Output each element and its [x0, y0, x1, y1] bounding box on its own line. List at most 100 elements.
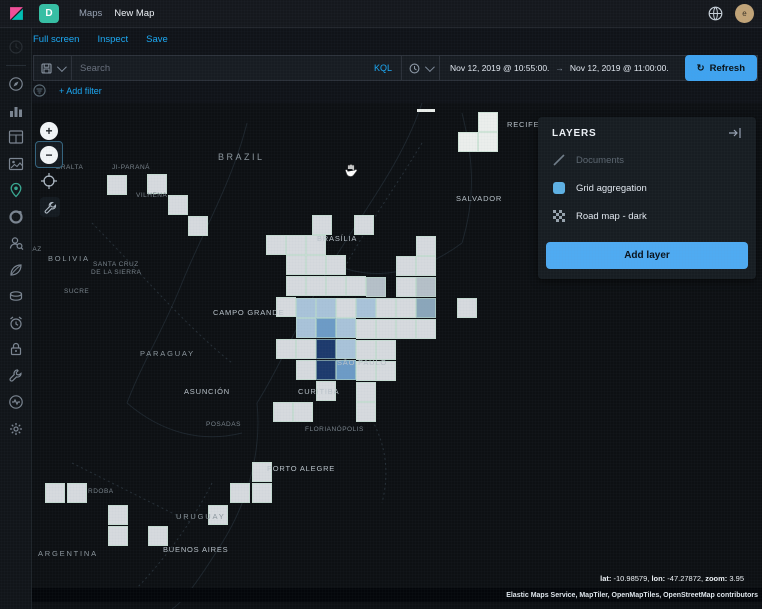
grid-aggregation-cell[interactable]: [296, 360, 316, 380]
grid-aggregation-cell[interactable]: [296, 339, 316, 359]
sidebar-item-apm[interactable]: [8, 262, 24, 278]
grid-aggregation-cell[interactable]: [457, 298, 477, 318]
grid-aggregation-cell[interactable]: [346, 276, 366, 296]
grid-aggregation-cell[interactable]: [396, 256, 416, 276]
grid-aggregation-cell[interactable]: [416, 298, 436, 318]
layer-item-grid-aggregation[interactable]: Grid aggregation: [552, 181, 742, 195]
space-badge[interactable]: D: [39, 4, 59, 23]
sidebar-item-recent[interactable]: [8, 39, 24, 55]
grid-aggregation-cell[interactable]: [396, 277, 416, 297]
grid-aggregation-cell[interactable]: [67, 483, 87, 503]
zoom-in-button[interactable]: +: [40, 122, 58, 140]
kql-toggle[interactable]: KQL: [365, 63, 401, 73]
grid-aggregation-cell[interactable]: [376, 298, 396, 318]
grid-aggregation-cell[interactable]: [356, 298, 376, 318]
grid-aggregation-cell[interactable]: [376, 319, 396, 339]
grid-aggregation-cell[interactable]: [396, 298, 416, 318]
grid-aggregation-cell[interactable]: [326, 255, 346, 275]
sidebar-item-visualize[interactable]: [8, 103, 24, 119]
grid-aggregation-cell[interactable]: [266, 235, 286, 255]
grid-aggregation-cell[interactable]: [316, 298, 336, 318]
grid-aggregation-cell[interactable]: [458, 132, 478, 152]
sidebar-item-siem[interactable]: [8, 341, 24, 357]
grid-aggregation-cell[interactable]: [286, 276, 306, 296]
kibana-logo-icon[interactable]: [9, 6, 24, 21]
grid-aggregation-cell[interactable]: [276, 339, 296, 359]
grid-aggregation-cell[interactable]: [273, 402, 293, 422]
sidebar-item-logs[interactable]: [8, 288, 24, 304]
grid-aggregation-cell[interactable]: [336, 318, 356, 338]
grid-aggregation-cell[interactable]: [356, 340, 376, 360]
toolbar-link-save[interactable]: Save: [146, 34, 168, 45]
sidebar-item-uptime[interactable]: [8, 315, 24, 331]
grid-aggregation-cell[interactable]: [286, 255, 306, 275]
globe-icon[interactable]: [708, 6, 723, 21]
grid-aggregation-cell[interactable]: [396, 319, 416, 339]
attribution-text[interactable]: Elastic Maps Service, MapTiler, OpenMapT…: [506, 592, 758, 599]
breadcrumb[interactable]: Maps: [79, 8, 102, 19]
grid-aggregation-cell[interactable]: [296, 298, 316, 318]
avatar[interactable]: e: [735, 4, 754, 23]
grid-aggregation-cell[interactable]: [252, 483, 272, 503]
refresh-button[interactable]: ↻ Refresh: [685, 55, 757, 81]
add-layer-button[interactable]: Add layer: [546, 242, 748, 269]
grid-aggregation-cell[interactable]: [168, 195, 188, 215]
sidebar-item-monitoring[interactable]: [8, 394, 24, 410]
grid-aggregation-cell[interactable]: [356, 319, 376, 339]
grid-aggregation-cell[interactable]: [366, 277, 386, 297]
zoom-out-button[interactable]: −: [40, 146, 58, 164]
grid-aggregation-cell[interactable]: [416, 277, 436, 297]
grid-aggregation-cell[interactable]: [376, 340, 396, 360]
grid-aggregation-cell[interactable]: [188, 216, 208, 236]
grid-aggregation-cell[interactable]: [107, 175, 127, 195]
set-view-button[interactable]: [40, 172, 58, 195]
grid-aggregation-cell[interactable]: [356, 402, 376, 422]
grid-aggregation-cell[interactable]: [45, 483, 65, 503]
toolbar-link-full-screen[interactable]: Full screen: [33, 34, 79, 45]
grid-aggregation-cell[interactable]: [316, 318, 336, 338]
sidebar-item-graph[interactable]: [8, 235, 24, 251]
grid-aggregation-cell[interactable]: [108, 505, 128, 525]
toolbar-link-inspect[interactable]: Inspect: [97, 34, 128, 45]
grid-aggregation-cell[interactable]: [326, 276, 346, 296]
sidebar-item-maps-active[interactable]: [8, 182, 24, 198]
add-filter-link[interactable]: + Add filter: [59, 86, 102, 96]
time-to[interactable]: Nov 12, 2019 @ 11:00:00.: [570, 63, 669, 73]
sidebar-item-dashboard[interactable]: [8, 129, 24, 145]
collapse-panel-icon[interactable]: [728, 127, 742, 139]
sidebar-item-discover[interactable]: [8, 76, 24, 92]
sidebar-item-management[interactable]: [8, 421, 24, 437]
time-quick-menu[interactable]: [401, 56, 439, 80]
grid-aggregation-cell[interactable]: [478, 132, 498, 152]
grid-aggregation-cell[interactable]: [312, 215, 332, 235]
grid-aggregation-cell[interactable]: [286, 235, 306, 255]
grid-aggregation-cell[interactable]: [478, 112, 498, 132]
filter-icon[interactable]: [33, 84, 46, 97]
grid-aggregation-cell[interactable]: [416, 319, 436, 339]
grid-aggregation-cell[interactable]: [417, 109, 435, 112]
layer-item-documents[interactable]: Documents: [552, 153, 742, 167]
grid-aggregation-cell[interactable]: [296, 318, 316, 338]
grid-aggregation-cell[interactable]: [148, 526, 168, 546]
search-input[interactable]: [72, 63, 365, 74]
grid-aggregation-cell[interactable]: [306, 276, 326, 296]
grid-aggregation-cell[interactable]: [416, 236, 436, 256]
grid-aggregation-cell[interactable]: [416, 256, 436, 276]
tools-button[interactable]: [40, 197, 60, 217]
saved-query-menu[interactable]: [34, 56, 72, 80]
sidebar-item-canvas[interactable]: [8, 156, 24, 172]
grid-aggregation-cell[interactable]: [230, 483, 250, 503]
layer-item-road-map-dark[interactable]: Road map - dark: [552, 209, 742, 223]
grid-aggregation-cell[interactable]: [356, 382, 376, 402]
grid-aggregation-cell[interactable]: [108, 526, 128, 546]
sidebar-item-ml[interactable]: [8, 209, 24, 225]
grid-aggregation-cell[interactable]: [354, 215, 374, 235]
grid-aggregation-cell[interactable]: [316, 339, 336, 359]
grid-aggregation-cell[interactable]: [336, 339, 356, 359]
grid-aggregation-cell[interactable]: [336, 298, 356, 318]
grid-aggregation-cell[interactable]: [293, 402, 313, 422]
grid-aggregation-cell[interactable]: [147, 174, 167, 194]
grid-aggregation-cell[interactable]: [306, 255, 326, 275]
sidebar-item-devtools[interactable]: [8, 368, 24, 384]
grid-aggregation-cell[interactable]: [316, 360, 336, 380]
